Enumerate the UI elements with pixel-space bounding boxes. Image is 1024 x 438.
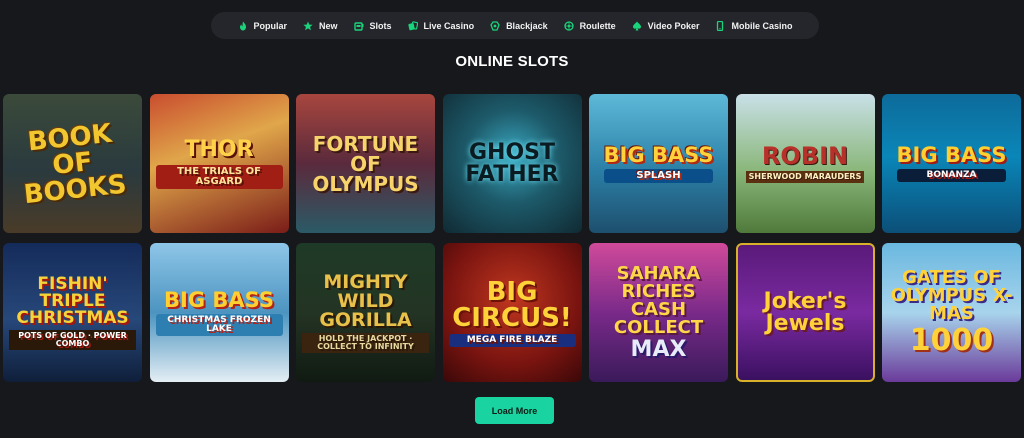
game-tile-big-bass-frozen-lake[interactable]: Big Bass Christmas Frozen Lake — [149, 243, 289, 382]
slots-grid: Book of Books Thor The Trials of Asgard F… — [3, 94, 1023, 382]
game-title: Big Bass Splash — [603, 142, 714, 183]
game-title: Big Circus! Mega Fire Blaze — [448, 279, 576, 347]
game-tile-big-bass-bonanza[interactable]: Big Bass Bonanza — [882, 94, 1021, 233]
nav-item-popular[interactable]: Popular — [230, 12, 296, 39]
game-title: Fortune of Olympus — [312, 131, 419, 196]
category-nav: Popular New Slots Live Casino Blackjack … — [211, 12, 819, 39]
nav-item-slots[interactable]: Slots — [346, 12, 400, 39]
game-subtitle: Christmas Frozen Lake — [155, 313, 283, 336]
spade-icon — [632, 21, 641, 30]
game-title: Big Bass Christmas Frozen Lake — [155, 289, 283, 336]
game-title: Fishin' Triple Christmas Pots of Gold · P… — [9, 275, 136, 350]
nav-item-label: New — [319, 20, 338, 31]
game-tile-ghost-father[interactable]: Ghost Father — [442, 94, 582, 233]
nav-item-label: Mobile Casino — [731, 20, 793, 31]
game-title: Ghost Father — [465, 139, 559, 187]
nav-item-label: Slots — [369, 20, 392, 31]
nav-item-mobile-casino[interactable]: Mobile Casino — [707, 12, 800, 39]
nav-item-label: Blackjack — [506, 20, 548, 31]
game-tile-gates-of-olympus-xmas[interactable]: Gates of Olympus X-Mas 1000 — [882, 243, 1021, 382]
nav-item-live-casino[interactable]: Live Casino — [400, 12, 483, 39]
game-tile-thor[interactable]: Thor The Trials of Asgard — [149, 94, 289, 233]
game-subtitle: 1000 — [909, 323, 994, 358]
game-title: Thor The Trials of Asgard — [155, 138, 283, 189]
game-title: Book of Books — [22, 118, 128, 210]
game-subtitle: Sherwood Marauders — [745, 171, 865, 183]
game-subtitle: The Trials of Asgard — [155, 164, 283, 189]
game-subtitle: MAX — [630, 336, 687, 362]
game-tile-sahara-riches[interactable]: Sahara Riches Cash Collect MAX — [589, 243, 728, 382]
game-tile-fishin-triple-christmas[interactable]: Fishin' Triple Christmas Pots of Gold · P… — [3, 243, 142, 382]
nav-item-label: Video Poker — [647, 20, 700, 31]
game-title: Robin Sherwood Marauders — [745, 144, 865, 183]
game-subtitle: Hold the Jackpot · Collect to Infinity — [302, 332, 429, 353]
blackjack-icon — [490, 20, 500, 31]
page-title: ONLINE SLOTS — [455, 53, 569, 70]
game-subtitle: Pots of Gold · Power Combo — [9, 329, 136, 350]
flame-icon — [239, 21, 246, 30]
game-title: Gates of Olympus X-Mas 1000 — [888, 269, 1015, 356]
game-tile-mighty-wild-gorilla[interactable]: Mighty Wild Gorilla Hold the Jackpot · Co… — [296, 243, 435, 382]
live-cards-icon — [407, 20, 418, 30]
game-tile-jokers-jewels[interactable]: Joker's Jewels — [735, 243, 875, 382]
star-icon — [303, 21, 313, 30]
nav-item-label: Live Casino — [423, 20, 475, 31]
game-tile-fortune-of-olympus[interactable]: Fortune of Olympus — [296, 94, 435, 233]
game-subtitle: Mega Fire Blaze — [448, 333, 576, 347]
nav-item-blackjack[interactable]: Blackjack — [482, 12, 556, 39]
load-more-button[interactable]: Load More — [475, 397, 554, 424]
nav-item-label: Popular — [253, 20, 288, 31]
mobile-icon — [717, 20, 724, 31]
nav-item-new[interactable]: New — [295, 12, 346, 39]
game-subtitle: Bonanza — [896, 169, 1007, 182]
game-tile-big-circus[interactable]: Big Circus! Mega Fire Blaze — [442, 243, 582, 382]
game-title: Sahara Riches Cash Collect MAX — [595, 264, 722, 362]
nav-item-roulette[interactable]: Roulette — [556, 12, 624, 39]
nav-item-label: Roulette — [579, 20, 616, 31]
game-title: Big Bass Bonanza — [896, 143, 1007, 182]
game-subtitle: Splash — [603, 168, 714, 183]
game-title: Joker's Jewels — [763, 288, 847, 336]
slot-machine-icon — [353, 21, 364, 31]
nav-item-video-poker[interactable]: Video Poker — [624, 12, 708, 39]
roulette-icon — [563, 20, 574, 31]
game-tile-big-bass-splash[interactable]: Big Bass Splash — [589, 94, 728, 233]
game-tile-robin[interactable]: Robin Sherwood Marauders — [735, 94, 875, 233]
game-tile-book-of-books[interactable]: Book of Books — [3, 94, 142, 233]
game-title: Mighty Wild Gorilla Hold the Jackpot · Co… — [302, 272, 429, 353]
